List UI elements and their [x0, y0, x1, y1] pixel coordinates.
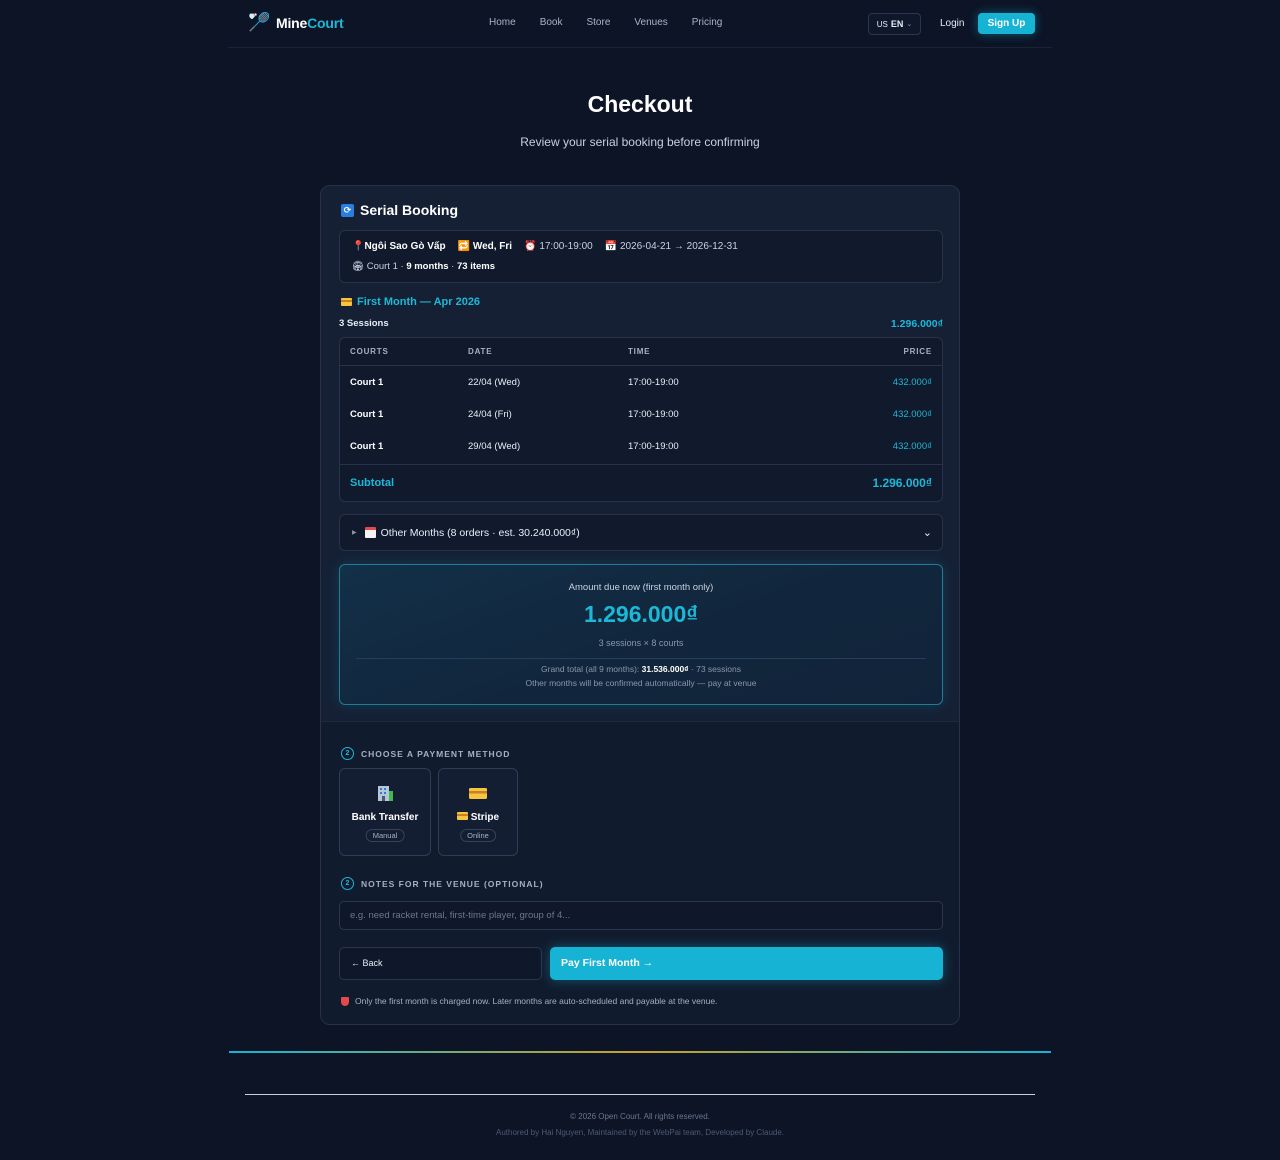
table-row: Court 1 22/04 (Wed) 17:00-19:00 432.000₫: [340, 367, 942, 399]
badminton-racket-icon: 🏸: [248, 12, 271, 32]
brand-logo[interactable]: 🏸 MineCourt: [248, 12, 344, 33]
amount-due-panel: Amount due now (first month only) 1.296.…: [339, 564, 943, 705]
charge-disclaimer: Only the first month is charged now. Lat…: [341, 996, 717, 1006]
flag-us: US: [876, 19, 888, 29]
sessions-amount: 1.296.000₫: [890, 318, 943, 330]
cell-price: 432.000₫: [892, 377, 932, 388]
sessions-table: COURTS DATE TIME PRICE Court 1 22/04 (We…: [339, 337, 943, 502]
credit-card-icon: [456, 812, 468, 820]
chevron-down-icon: ⌄: [906, 21, 913, 28]
cell-court: Court 1: [350, 441, 384, 452]
top-navbar: 🏸 MineCourt Home Book Store Venues Prici…: [228, 0, 1052, 48]
cell-court: Court 1: [350, 409, 384, 420]
credit-card-icon: [341, 298, 352, 306]
auto-confirm-note: Other months will be confirmed automatic…: [525, 678, 757, 688]
chevron-down-icon: ⌄: [922, 527, 932, 539]
notes-heading: 2 NOTES FOR THE VENUE (OPTIONAL): [341, 877, 544, 890]
cell-court: Court 1: [350, 377, 384, 388]
subtotal-amount: 1.296.000₫: [872, 476, 932, 490]
signup-button[interactable]: Sign Up: [978, 13, 1035, 34]
booking-summary-row: 📍Ngôi Sao Gò Vấp 🔁 Wed, Fri ⏰ 17:00-19:0…: [352, 241, 738, 252]
footer-copyright: © 2026 Open Court. All rights reserved.: [570, 1112, 710, 1121]
stadium-icon: 🏟: [352, 261, 365, 272]
time-info: ⏰ 17:00-19:00: [524, 241, 593, 252]
payment-option-tag: Manual: [365, 829, 405, 842]
pin-icon: 📍: [352, 241, 365, 252]
repeat-icon: 🔁: [457, 241, 471, 252]
cell-time: 17:00-19:00: [628, 409, 679, 420]
repeat-icon: ⟳: [341, 203, 354, 217]
step-number: 2: [341, 877, 354, 890]
first-month-heading: First Month — Apr 2026: [341, 296, 480, 308]
nav-link-book[interactable]: Book: [540, 17, 563, 28]
pay-first-month-button[interactable]: Pay First Month →: [550, 947, 943, 980]
nav-link-pricing[interactable]: Pricing: [692, 17, 723, 28]
divider: [356, 658, 926, 659]
serial-booking-heading: ⟳ Serial Booking: [341, 202, 458, 218]
subtotal-label: Subtotal: [350, 477, 394, 489]
language-selector[interactable]: US EN ⌄: [868, 13, 921, 35]
page-subtitle: Review your serial booking before confir…: [520, 135, 760, 149]
date-range-info: 📅 2026-04-21 → 2026-12-31: [604, 241, 738, 252]
brand-name: MineCourt: [276, 14, 344, 31]
col-price: PRICE: [903, 347, 932, 356]
amount-due-detail: 3 sessions × 8 courts: [598, 638, 684, 648]
notes-input[interactable]: e.g. need racket rental, first-time play…: [339, 901, 943, 930]
subtotal-row: Subtotal 1.296.000₫: [340, 464, 942, 501]
col-time: TIME: [628, 347, 651, 356]
booking-summary-box: 📍Ngôi Sao Gò Vấp 🔁 Wed, Fri ⏰ 17:00-19:0…: [339, 230, 943, 283]
days-info: 🔁 Wed, Fri: [457, 241, 513, 252]
table-row: Court 1 29/04 (Wed) 17:00-19:00 432.000₫: [340, 431, 942, 463]
table-row: Court 1 24/04 (Fri) 17:00-19:00 432.000₫: [340, 399, 942, 431]
footer-divider: [245, 1094, 1035, 1095]
payment-method-heading: 2 CHOOSE A PAYMENT METHOD: [341, 747, 510, 760]
grand-total: Grand total (all 9 months): 31.536.000₫ …: [541, 664, 741, 674]
bank-icon: [340, 783, 430, 808]
payment-option-name: Stripe: [439, 812, 517, 823]
amount-due-value: 1.296.000₫: [583, 601, 699, 627]
cell-price: 432.000₫: [892, 409, 932, 420]
shield-icon: [341, 996, 349, 1006]
cell-date: 24/04 (Fri): [468, 409, 512, 420]
cell-date: 22/04 (Wed): [468, 377, 521, 388]
cell-price: 432.000₫: [892, 441, 932, 452]
court-info: 🏟 Court 1 · 9 months · 73 items: [352, 261, 496, 272]
other-months-accordion[interactable]: ▶ Other Months (8 orders · est. 30.240.0…: [339, 514, 943, 551]
cell-date: 29/04 (Wed): [468, 441, 521, 452]
language-code: EN: [890, 19, 904, 29]
nav-link-home[interactable]: Home: [489, 17, 516, 28]
calendar-icon: [364, 527, 376, 538]
payment-option-stripe[interactable]: Stripe Online: [438, 768, 518, 856]
login-link[interactable]: Login: [940, 18, 964, 29]
payment-option-bank-transfer[interactable]: Bank Transfer Manual: [339, 768, 431, 856]
back-button[interactable]: ← Back: [339, 947, 542, 980]
amount-due-label: Amount due now (first month only): [568, 582, 714, 593]
cell-time: 17:00-19:00: [628, 441, 679, 452]
nav-link-store[interactable]: Store: [586, 17, 610, 28]
nav-link-venues[interactable]: Venues: [634, 17, 667, 28]
step-number: 2: [341, 747, 354, 760]
footer-gradient-divider: [229, 1051, 1051, 1053]
nav-links: Home Book Store Venues Pricing: [489, 17, 722, 28]
footer-credits: Authored by Hai Nguyen, Maintained by th…: [495, 1128, 785, 1137]
venue-info: 📍Ngôi Sao Gò Vấp: [352, 241, 446, 252]
checkout-card: ⟳ Serial Booking 📍Ngôi Sao Gò Vấp 🔁 Wed,…: [320, 185, 960, 1025]
table-header: COURTS DATE TIME PRICE: [340, 338, 942, 366]
col-date: DATE: [468, 347, 493, 356]
col-courts: COURTS: [350, 347, 389, 356]
page-title: Checkout: [587, 91, 693, 117]
other-months-label: Other Months (8 orders · est. 30.240.000…: [380, 526, 580, 539]
payment-option-name: Bank Transfer: [351, 812, 419, 823]
calendar-icon: 📅: [604, 241, 618, 252]
credit-card-icon: [439, 783, 517, 808]
sessions-count: 3 Sessions: [339, 318, 389, 329]
sessions-summary: 3 Sessions 1.296.000₫: [339, 318, 943, 330]
disclosure-triangle-icon: ▶: [352, 530, 357, 536]
cell-time: 17:00-19:00: [628, 377, 679, 388]
alarm-clock-icon: ⏰: [524, 241, 537, 252]
payment-option-tag: Online: [460, 829, 496, 842]
